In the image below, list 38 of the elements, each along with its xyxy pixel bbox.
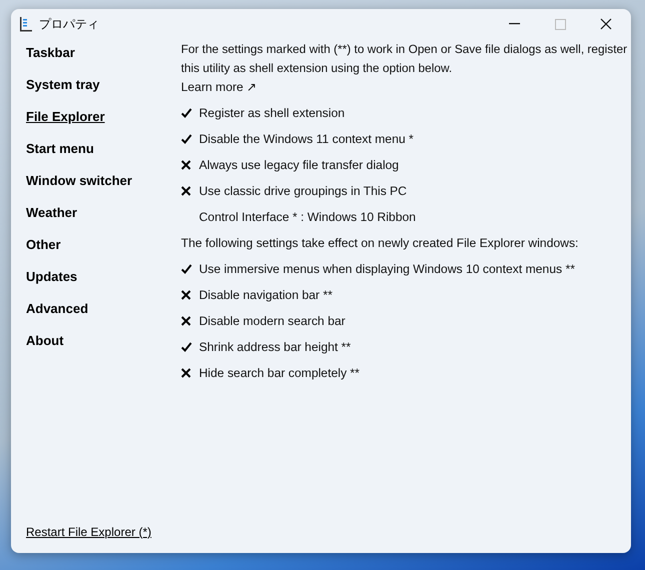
toggle-option[interactable]: Shrink address bar height ** [181,340,351,354]
cross-icon [181,290,191,300]
toggle-option[interactable]: Always use legacy file transfer dialog [181,158,399,172]
intro-text: For the settings marked with (**) to work in Open or Save file dialogs as well, register this utility as shell extension using the option below. [181,41,628,77]
toggle-option[interactable]: Register as shell extension [181,106,345,120]
restart-link[interactable]: Restart File Explorer (*) [26,525,152,539]
window-title: プロパティ [39,16,100,32]
checkmark-icon [181,342,192,352]
toggle-option[interactable]: Disable the Windows 11 context menu * [181,132,414,146]
sidebar-item[interactable]: About [26,334,64,366]
minimize-icon [508,23,520,25]
sidebar-item[interactable]: Weather [26,206,78,238]
sidebar-item[interactable]: Window switcher [26,174,132,206]
maximize-icon [554,18,566,30]
sidebar-item[interactable]: Other [26,238,61,270]
sidebar-item[interactable]: System tray [26,78,100,110]
app-icon [19,16,33,32]
sidebar-item[interactable]: Taskbar [26,46,75,78]
checkmark-icon [181,264,192,274]
toggle-option[interactable]: Disable modern search bar [181,314,346,328]
cross-icon [181,316,191,326]
cross-icon [181,186,191,196]
section-text: The following settings take effect on newly created File Explorer windows: [181,236,578,250]
learn-more-link[interactable]: Learn more ↗ [181,78,257,97]
sidebar-item[interactable]: Advanced [26,302,88,334]
sidebar-item[interactable]: Updates [26,270,78,302]
sidebar-item[interactable]: File Explorer [26,110,105,142]
checkmark-icon [181,108,192,118]
cross-icon [181,160,191,170]
checkmark-icon [181,134,192,144]
toggle-option[interactable]: Use immersive menus when displaying Windows 10 context menus ** [181,262,575,276]
toggle-option[interactable]: Disable navigation bar ** [181,288,332,302]
option-link[interactable]: Control Interface * : Windows 10 Ribbon [199,210,416,224]
toggle-option[interactable]: Hide search bar completely ** [181,366,360,380]
cross-icon [181,368,191,378]
close-icon [600,18,612,30]
sidebar-item[interactable]: Start menu [26,142,94,174]
toggle-option[interactable]: Use classic drive groupings in This PC [181,184,407,198]
